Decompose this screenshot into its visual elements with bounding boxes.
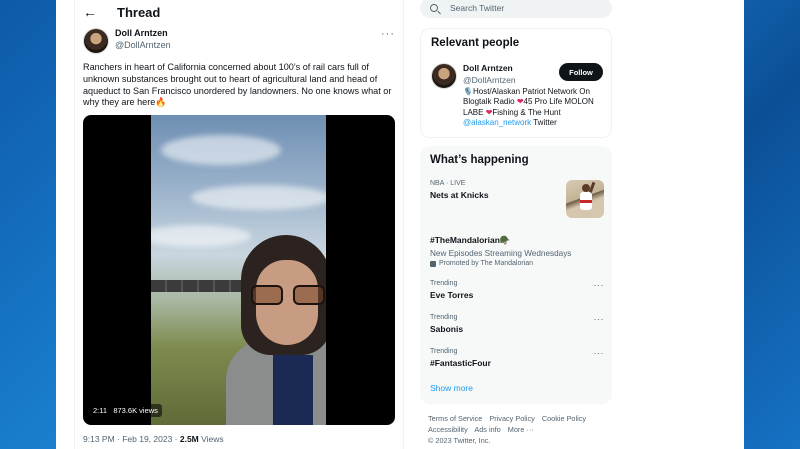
relevant-person-bio: 🎙️Host/Alaskan Patriot Network On Blogta… bbox=[463, 87, 613, 128]
trend-subtitle: New Episodes Streaming Wednesdays bbox=[430, 249, 572, 258]
promoted-icon bbox=[430, 260, 436, 267]
more-options-icon[interactable]: ··· bbox=[594, 280, 605, 290]
more-options-icon[interactable]: ··· bbox=[594, 348, 605, 358]
search-icon bbox=[430, 4, 438, 12]
relevant-people-title: Relevant people bbox=[431, 37, 520, 49]
relevant-people-card: Relevant people Doll Arntzen @DollArntze… bbox=[420, 28, 612, 138]
video-views: 873.6K views bbox=[113, 406, 158, 415]
person-in-video bbox=[226, 235, 326, 425]
glasses-icon bbox=[251, 285, 325, 305]
author-avatar[interactable] bbox=[83, 28, 109, 54]
bio-text: Fishing & The Hunt bbox=[492, 107, 561, 117]
promoted-label: Promoted by The Mandalorian bbox=[430, 260, 604, 267]
thread-title: Thread bbox=[117, 4, 161, 20]
video-player[interactable]: 2:11 873.6K views bbox=[83, 115, 395, 425]
relevant-person-name[interactable]: Doll Arntzen bbox=[463, 63, 513, 73]
video-duration: 2:11 bbox=[93, 406, 108, 415]
trend-item[interactable]: NBA · LIVE Nets at Knicks bbox=[430, 180, 604, 218]
more-options-icon[interactable]: ··· bbox=[381, 28, 395, 40]
footer-link-more[interactable]: More ··· bbox=[508, 425, 534, 434]
back-arrow-icon[interactable]: ← bbox=[83, 4, 103, 20]
relevant-person-handle[interactable]: @DollArntzen bbox=[463, 75, 516, 85]
cloud bbox=[191, 185, 326, 210]
tweet-timestamp[interactable]: 9:13 PM · Feb 19, 2023 · bbox=[83, 434, 180, 444]
thread-column: ← Thread Doll Arntzen @DollArntzen ··· R… bbox=[74, 0, 404, 449]
thread-header: ← Thread bbox=[75, 0, 403, 24]
show-more-link[interactable]: Show more bbox=[430, 383, 473, 393]
footer-links: Terms of Service Privacy Policy Cookie P… bbox=[428, 413, 608, 446]
author-name[interactable]: Doll Arntzen bbox=[115, 28, 171, 39]
author-handle[interactable]: @DollArntzen bbox=[115, 40, 171, 51]
footer-link-ads[interactable]: Ads info bbox=[474, 425, 500, 434]
trend-item[interactable]: Trending #FantasticFour ··· bbox=[430, 348, 604, 368]
footer-link-terms[interactable]: Terms of Service bbox=[428, 414, 482, 423]
search-input[interactable] bbox=[450, 3, 600, 13]
search-bar[interactable] bbox=[420, 0, 612, 18]
trend-category: Trending bbox=[430, 280, 458, 287]
tweet-text: Ranchers in heart of California concerne… bbox=[83, 62, 392, 108]
tweet-total-views: 2.5M bbox=[179, 434, 199, 444]
trend-item[interactable]: Trending Sabonis ··· bbox=[430, 314, 604, 334]
tweet-author-row: Doll Arntzen @DollArntzen ··· bbox=[83, 28, 395, 58]
video-stats: 2:11 873.6K views bbox=[89, 404, 162, 417]
trend-name: Eve Torres bbox=[430, 290, 474, 300]
footer-copyright: © 2023 Twitter, Inc. bbox=[428, 436, 491, 445]
bio-mention-link[interactable]: @alaskan_network bbox=[463, 118, 531, 127]
footer-link-accessibility[interactable]: Accessibility bbox=[428, 425, 468, 434]
bio-text: Twitter bbox=[531, 117, 557, 127]
shirt bbox=[273, 355, 313, 425]
trend-name: #TheMandalorian🪖 bbox=[430, 235, 511, 245]
footer-link-privacy[interactable]: Privacy Policy bbox=[489, 414, 534, 423]
trend-name: #FantasticFour bbox=[430, 358, 491, 368]
relevant-person-avatar[interactable] bbox=[431, 63, 457, 89]
views-label: Views bbox=[198, 434, 224, 444]
promoted-trend-item[interactable]: #TheMandalorian🪖 New Episodes Streaming … bbox=[430, 232, 604, 267]
more-options-icon[interactable]: ··· bbox=[594, 314, 605, 324]
cloud bbox=[161, 135, 281, 165]
trend-name: Sabonis bbox=[430, 324, 464, 334]
trend-category: Trending bbox=[430, 314, 458, 321]
whats-happening-title: What’s happening bbox=[430, 154, 529, 166]
promoted-text: Promoted by The Mandalorian bbox=[439, 260, 534, 267]
follow-button[interactable]: Follow bbox=[559, 63, 603, 81]
whats-happening-card: What’s happening NBA · LIVE Nets at Knic… bbox=[420, 146, 612, 404]
trend-category: Trending bbox=[430, 348, 458, 355]
trend-item[interactable]: Trending Eve Torres ··· bbox=[430, 280, 604, 300]
footer-link-cookie[interactable]: Cookie Policy bbox=[542, 414, 586, 423]
author-names: Doll Arntzen @DollArntzen bbox=[115, 28, 171, 58]
tweet-meta: 9:13 PM · Feb 19, 2023 · 2.5M Views bbox=[83, 434, 224, 444]
basketball-player-image bbox=[566, 180, 604, 218]
twitter-window: ← Thread Doll Arntzen @DollArntzen ··· R… bbox=[56, 0, 744, 449]
video-frame bbox=[151, 115, 326, 425]
heart-icon: ❤ bbox=[516, 97, 524, 107]
